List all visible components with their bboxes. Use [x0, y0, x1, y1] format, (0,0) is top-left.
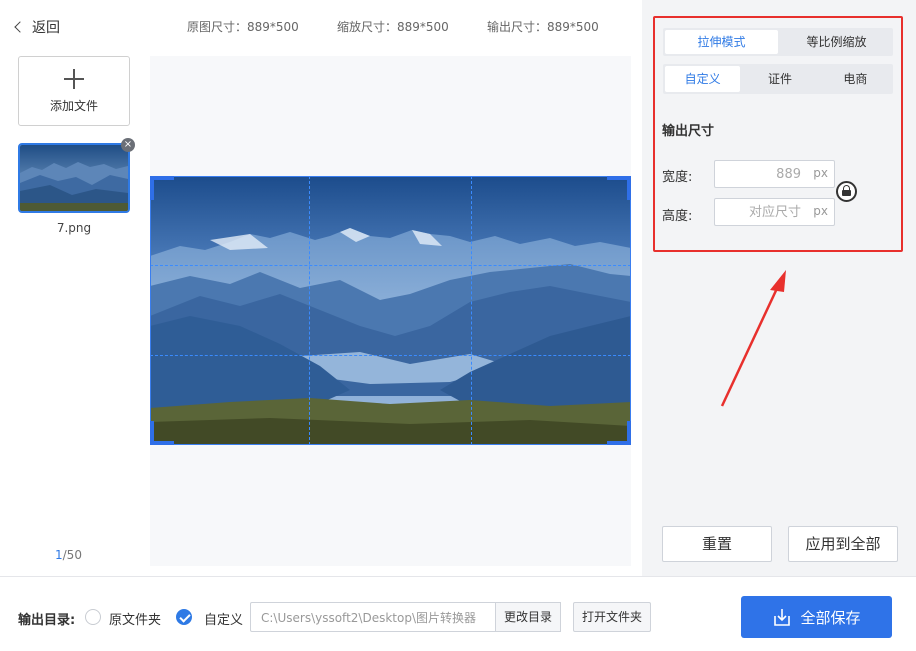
reset-button[interactable]: 重置: [662, 526, 772, 562]
remove-file-button[interactable]: ×: [121, 138, 135, 152]
resize-handle-bottom-left[interactable]: [150, 421, 174, 445]
add-file-button[interactable]: 添加文件: [18, 56, 130, 126]
thumbnail-image: [20, 145, 128, 211]
scaled-size-text: 缩放尺寸：889*500: [337, 20, 449, 34]
page-total: /50: [62, 548, 82, 562]
grid-line: [150, 265, 631, 266]
resize-handle-bottom-right[interactable]: [607, 421, 631, 445]
highlight-box: [653, 16, 903, 252]
file-thumbnail[interactable]: [18, 143, 130, 213]
original-size-text: 原图尺寸：889*500: [187, 20, 299, 34]
save-all-button[interactable]: 全部保存: [741, 596, 892, 638]
back-label: 返回: [32, 20, 60, 36]
page-counter: 1/50: [55, 548, 82, 562]
resize-handle-top-left[interactable]: [150, 176, 174, 200]
apply-all-button[interactable]: 应用到全部: [788, 526, 898, 562]
app-window: 返回 原图尺寸：889*500 缩放尺寸：889*500 输出尺寸：889*50…: [0, 0, 916, 651]
add-file-label: 添加文件: [49, 99, 98, 113]
chevron-left-icon: [14, 21, 26, 33]
radio-custom-folder[interactable]: [176, 609, 192, 625]
radio-original-folder[interactable]: [85, 609, 101, 625]
grid-line: [309, 176, 310, 445]
custom-folder-label[interactable]: 自定义: [204, 609, 243, 628]
grid-line: [471, 176, 472, 445]
resize-handle-top-right[interactable]: [607, 176, 631, 200]
download-icon: [774, 609, 791, 626]
grid-line: [150, 355, 631, 356]
preview-image: [150, 176, 631, 445]
open-folder-button[interactable]: 打开文件夹: [573, 602, 651, 632]
output-dir-label: 输出目录:: [18, 613, 76, 628]
page-current: 1: [55, 548, 63, 562]
output-path-field: [250, 602, 496, 632]
original-folder-label[interactable]: 原文件夹: [109, 609, 161, 628]
save-all-label: 全部保存: [800, 608, 861, 627]
output-path-input[interactable]: [251, 603, 495, 631]
file-name: 7.png: [56, 221, 92, 235]
back-button[interactable]: 返回: [14, 17, 60, 37]
output-size-text: 输出尺寸：889*500: [487, 20, 599, 34]
plus-icon: [64, 69, 84, 89]
change-dir-button[interactable]: 更改目录: [495, 602, 561, 632]
